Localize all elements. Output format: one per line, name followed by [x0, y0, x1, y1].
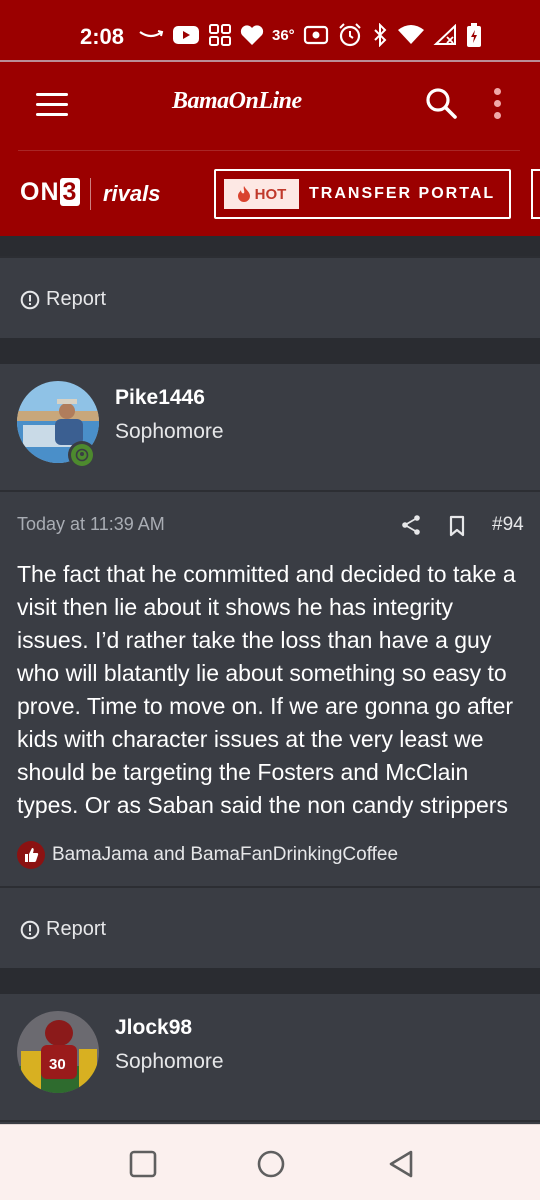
- header-divider: [18, 150, 520, 151]
- like-icon: [17, 841, 45, 869]
- hot-badge: HOT: [224, 179, 299, 209]
- flame-icon: [237, 186, 250, 202]
- avatar[interactable]: 30: [17, 1011, 99, 1093]
- section-gap: [0, 236, 540, 256]
- alert-circle-icon: [20, 920, 40, 939]
- signal-icon: [433, 21, 457, 49]
- post-timestamp[interactable]: Today at 11:39 AM: [17, 514, 165, 535]
- bookmark-icon: [449, 515, 465, 537]
- post-separator: [0, 968, 540, 994]
- more-options-button[interactable]: [487, 88, 507, 120]
- user-icon: [75, 448, 89, 462]
- transfer-portal-label: TRANSFER PORTAL: [309, 185, 496, 202]
- status-time: 2:08: [80, 24, 125, 49]
- report-button[interactable]: Report: [20, 918, 106, 941]
- more-vert-dot: [493, 112, 501, 119]
- next-nav-chip[interactable]: [531, 169, 540, 219]
- share-icon: [402, 515, 420, 535]
- temperature-text: 36°: [272, 26, 295, 44]
- on3-logo[interactable]: ON 3: [20, 178, 81, 207]
- heart-icon: [240, 21, 264, 49]
- status-icons: 36°: [138, 20, 483, 50]
- on3-logo-text: ON: [20, 178, 60, 206]
- more-vert-dot: [493, 100, 501, 107]
- header-top-line: [0, 60, 540, 62]
- post-username[interactable]: Jlock98: [115, 1016, 192, 1040]
- online-status-badge: [68, 441, 96, 469]
- report-label: Report: [46, 918, 107, 940]
- menu-icon-bar: [36, 113, 68, 116]
- youtube-icon: [172, 21, 200, 49]
- logo-separator: [90, 178, 91, 210]
- on3-logo-number: 3: [59, 178, 81, 206]
- post-separator: [0, 338, 540, 364]
- alert-circle-icon: [20, 290, 40, 309]
- post-user-title: Sophomore: [115, 1050, 224, 1073]
- home-icon: [257, 1150, 285, 1178]
- site-logo[interactable]: BamaOnLine: [172, 88, 302, 115]
- amazon-icon: [138, 21, 164, 49]
- wifi-icon: [397, 21, 425, 49]
- menu-icon-bar: [36, 103, 68, 106]
- post-footer-divider: [0, 886, 540, 888]
- report-label: Report: [46, 288, 107, 310]
- bookmark-button[interactable]: [448, 515, 466, 537]
- search-icon: [426, 88, 457, 119]
- transfer-portal-button[interactable]: HOT TRANSFER PORTAL: [214, 169, 511, 219]
- post-header-divider: [0, 490, 540, 492]
- status-bar: 2:08 36°: [0, 0, 540, 60]
- more-vert-icon: [493, 88, 501, 95]
- divider: [0, 1120, 540, 1122]
- home-button[interactable]: [256, 1149, 286, 1179]
- battery-icon: [465, 21, 483, 49]
- back-icon: [389, 1150, 413, 1178]
- recents-icon: [129, 1150, 157, 1178]
- system-nav-bar: [0, 1124, 540, 1200]
- radio-icon: [303, 21, 329, 49]
- menu-icon: [36, 93, 68, 96]
- recents-button[interactable]: [128, 1149, 158, 1179]
- rivals-logo[interactable]: rivals: [103, 181, 161, 207]
- report-button[interactable]: Report: [20, 288, 106, 311]
- hamburger-menu-button[interactable]: [36, 93, 70, 119]
- apps-icon: [208, 21, 232, 49]
- hot-badge-label: HOT: [254, 185, 287, 203]
- post-body: The fact that he committed and decided t…: [17, 561, 516, 818]
- post-user-title: Sophomore: [115, 420, 224, 443]
- reactions-bar[interactable]: BamaJama and BamaFanDrinkingCoffee: [17, 841, 398, 869]
- alarm-icon: [337, 21, 363, 49]
- search-button[interactable]: [424, 86, 460, 122]
- post-username[interactable]: Pike1446: [115, 386, 205, 410]
- bluetooth-icon: [371, 21, 389, 49]
- share-button[interactable]: [400, 514, 422, 536]
- jersey-number: 30: [49, 1056, 66, 1073]
- post-number-link[interactable]: #94: [492, 514, 524, 536]
- avatar-photo: 30: [17, 1011, 99, 1093]
- reactions-text[interactable]: BamaJama and BamaFanDrinkingCoffee: [52, 844, 398, 866]
- back-button[interactable]: [386, 1149, 416, 1179]
